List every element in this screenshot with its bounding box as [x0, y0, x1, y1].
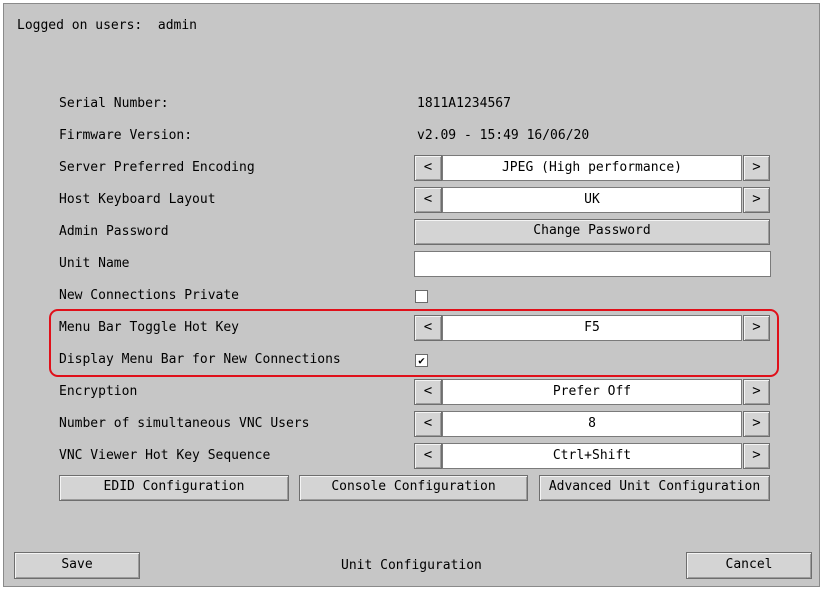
encoding-next-button[interactable]: >	[743, 155, 770, 181]
unit-name-input[interactable]	[414, 251, 771, 277]
keyboard-prev-button[interactable]: <	[414, 187, 442, 213]
admin-password-label: Admin Password	[59, 224, 169, 239]
new-connections-private-label: New Connections Private	[59, 288, 240, 303]
vnc-hotkey-value: Ctrl+Shift	[442, 443, 742, 469]
unit-name-label: Unit Name	[59, 256, 130, 271]
keyboard-layout-value: UK	[442, 187, 742, 213]
serial-number-label: Serial Number:	[59, 96, 169, 111]
vnc-hotkey-next-button[interactable]: >	[743, 443, 770, 469]
menu-bar-hotkey-label: Menu Bar Toggle Hot Key	[59, 320, 240, 335]
window-title: Unit Configuration	[341, 558, 482, 573]
encoding-value: JPEG (High performance)	[442, 155, 742, 181]
encryption-label: Encryption	[59, 384, 138, 399]
hotkey-next-button[interactable]: >	[743, 315, 770, 341]
serial-number-value: 1811A1234567	[417, 96, 511, 111]
keyboard-next-button[interactable]: >	[743, 187, 770, 213]
vnc-hotkey-prev-button[interactable]: <	[414, 443, 442, 469]
encoding-label: Server Preferred Encoding	[59, 160, 255, 175]
firmware-version-label: Firmware Version:	[59, 128, 193, 143]
hotkey-prev-button[interactable]: <	[414, 315, 442, 341]
edid-configuration-button[interactable]: EDID Configuration	[59, 475, 289, 501]
encryption-next-button[interactable]: >	[743, 379, 770, 405]
encoding-prev-button[interactable]: <	[414, 155, 442, 181]
change-password-button[interactable]: Change Password	[414, 219, 770, 245]
save-button[interactable]: Save	[14, 552, 140, 579]
encryption-prev-button[interactable]: <	[414, 379, 442, 405]
unit-configuration-window: Logged on users: admin Serial Number: 18…	[3, 3, 820, 587]
display-menu-bar-label: Display Menu Bar for New Connections	[59, 352, 341, 367]
firmware-version-value: v2.09 - 15:49 16/06/20	[417, 128, 590, 143]
logged-on-users: Logged on users: admin	[17, 18, 198, 33]
vnc-users-next-button[interactable]: >	[743, 411, 770, 437]
cancel-button[interactable]: Cancel	[686, 552, 812, 579]
keyboard-layout-label: Host Keyboard Layout	[59, 192, 216, 207]
menu-bar-hotkey-value: F5	[442, 315, 742, 341]
vnc-hotkey-label: VNC Viewer Hot Key Sequence	[59, 448, 271, 463]
encryption-value: Prefer Off	[442, 379, 742, 405]
vnc-users-label: Number of simultaneous VNC Users	[59, 416, 310, 431]
vnc-users-value: 8	[442, 411, 742, 437]
vnc-users-prev-button[interactable]: <	[414, 411, 442, 437]
console-configuration-button[interactable]: Console Configuration	[299, 475, 528, 501]
new-connections-private-checkbox[interactable]	[415, 290, 428, 303]
display-menu-bar-checkbox[interactable]: ✔	[415, 354, 428, 367]
advanced-unit-configuration-button[interactable]: Advanced Unit Configuration	[539, 475, 770, 501]
